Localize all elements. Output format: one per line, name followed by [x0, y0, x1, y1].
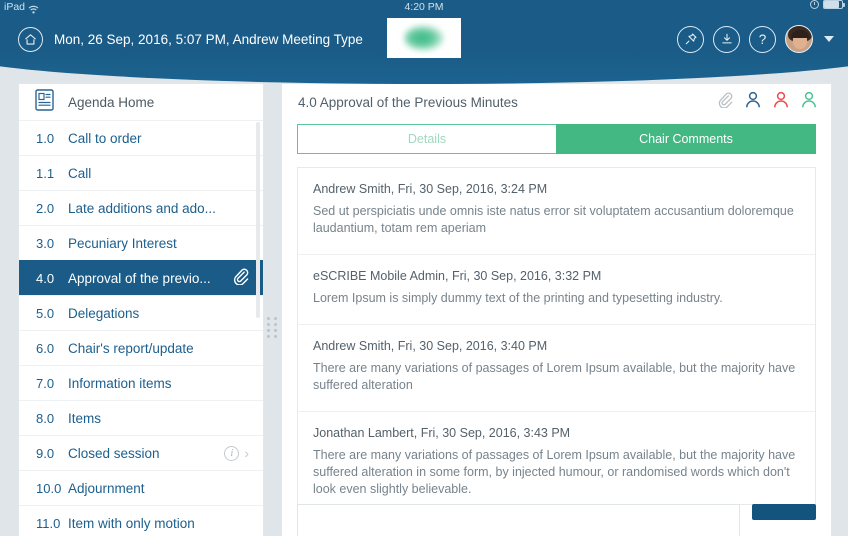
- sidebar-item-1-1[interactable]: 1.1 Call: [19, 155, 263, 190]
- comment-author-time: Andrew Smith, Fri, 30 Sep, 2016, 3:40 PM: [313, 339, 548, 353]
- sidebar-item-number: 1.0: [36, 130, 55, 146]
- sidebar-item-label: Late additions and ado...: [68, 200, 216, 216]
- comment-list: Andrew Smith, Fri, 30 Sep, 2016, 3:24 PM…: [297, 167, 816, 505]
- battery-icon: [823, 0, 845, 9]
- sidebar-item-label: Closed session: [68, 445, 160, 461]
- item-actions: [716, 91, 817, 113]
- sidebar-item-label: Call to order: [68, 130, 142, 146]
- item-detail-header: 4.0 Approval of the Previous Minutes: [282, 84, 831, 120]
- sidebar-item-label: Adjournment: [68, 480, 145, 496]
- comment-item: Jonathan Lambert, Fri, 30 Sep, 2016, 3:4…: [298, 412, 815, 504]
- sidebar-scroll[interactable]: Agenda Home 1.0 Call to order 1.1 Call 2.0 La…: [19, 84, 263, 536]
- sidebar-item-number: 5.0: [36, 305, 55, 321]
- submit-comment-button[interactable]: [752, 504, 816, 520]
- page-title: 4.0 Approval of the Previous Minutes: [298, 94, 518, 110]
- avatar[interactable]: [785, 25, 813, 53]
- comment-author-time: Andrew Smith, Fri, 30 Sep, 2016, 3:24 PM: [313, 182, 548, 196]
- download-button[interactable]: [713, 25, 740, 53]
- status-right: [810, 0, 845, 9]
- chevron-right-icon[interactable]: ›: [244, 446, 249, 460]
- sidebar-item-11-0[interactable]: 11.0 Item with only motion: [19, 505, 263, 536]
- sidebar-item-label: Approval of the previo...: [68, 270, 211, 286]
- sidebar-scrollbar[interactable]: [256, 122, 260, 318]
- home-button[interactable]: Mon, 26 Sep, 2016, 5:07 PM, Andrew Meeti…: [18, 27, 363, 52]
- sidebar-item-number: 9.0: [36, 445, 55, 461]
- sidebar-item-5-0[interactable]: 5.0 Delegations: [19, 295, 263, 330]
- sidebar-item-number: 11.0: [36, 515, 61, 531]
- pin-icon: [685, 33, 697, 45]
- sidebar-item-agenda-home[interactable]: Agenda Home: [19, 84, 263, 120]
- attachment-icon[interactable]: [716, 91, 733, 113]
- status-time: 4:20 PM: [404, 1, 444, 13]
- sidebar-item-label: Call: [68, 165, 92, 181]
- sidebar-item-label: Delegations: [68, 305, 140, 321]
- comment-item: Andrew Smith, Fri, 30 Sep, 2016, 3:40 PM…: [298, 325, 815, 412]
- rotation-lock-icon: [810, 0, 819, 9]
- home-icon: [18, 27, 43, 52]
- content-area: Agenda Home 1.0 Call to order 1.1 Call 2.0 La…: [0, 83, 848, 536]
- sidebar-item-number: 7.0: [36, 375, 55, 391]
- reply-input[interactable]: [297, 504, 740, 536]
- sidebar-item-number: 1.1: [36, 165, 55, 181]
- sidebar-item-number: 10.0: [36, 480, 62, 496]
- item-detail-panel: 4.0 Approval of the Previous Minutes Det…: [281, 83, 832, 536]
- person-red-icon[interactable]: [773, 91, 789, 113]
- comment-item: eSCRIBE Mobile Admin, Fri, 30 Sep, 2016,…: [298, 255, 815, 325]
- comment-author-time: eSCRIBE Mobile Admin, Fri, 30 Sep, 2016,…: [313, 269, 602, 283]
- sidebar-item-10-0[interactable]: 10.0 Adjournment: [19, 470, 263, 505]
- sidebar-item-6-0[interactable]: 6.0 Chair's report/update: [19, 330, 263, 365]
- escribe-meeting-app: iPad 4:20 PM Mon, 26 Sep, 2016, 5:07 PM,…: [0, 0, 848, 536]
- attachment-icon: [233, 268, 249, 286]
- chevron-down-icon[interactable]: [824, 36, 834, 42]
- header-actions: ?: [677, 25, 834, 53]
- tab-details[interactable]: Details: [297, 124, 556, 154]
- sidebar-item-4-0[interactable]: 4.0 Approval of the previo...: [19, 260, 263, 295]
- sidebar-item-number: 4.0: [36, 270, 55, 286]
- detail-tabs: Details Chair Comments: [297, 124, 816, 154]
- sidebar-resize-grip[interactable]: [266, 314, 278, 340]
- sidebar-item-label: Agenda Home: [68, 94, 155, 110]
- sidebar-item-label: Item with only motion: [68, 515, 195, 531]
- tab-chair-comments[interactable]: Chair Comments: [556, 124, 816, 154]
- comment-body: There are many variations of passages of…: [313, 361, 796, 392]
- person-blue-icon[interactable]: [745, 91, 761, 113]
- comment-body: Lorem Ipsum is simply dummy text of the …: [313, 291, 723, 305]
- meeting-title: Mon, 26 Sep, 2016, 5:07 PM, Andrew Meeti…: [54, 32, 363, 47]
- sidebar-item-label: Information items: [68, 375, 172, 391]
- sidebar-item-number: 2.0: [36, 200, 55, 216]
- sidebar-nav-list: 1.0 Call to order 1.1 Call 2.0 Late additions…: [19, 120, 263, 536]
- sidebar-item-2-0[interactable]: 2.0 Late additions and ado...: [19, 190, 263, 225]
- person-green-icon[interactable]: [801, 91, 817, 113]
- reply-row: [297, 504, 816, 536]
- sidebar-item-number: 3.0: [36, 235, 55, 251]
- escribe-logo: [387, 18, 461, 58]
- sidebar-item-number: 6.0: [36, 340, 55, 356]
- sidebar-item-3-0[interactable]: 3.0 Pecuniary Interest: [19, 225, 263, 260]
- attachment-icon[interactable]: [231, 267, 249, 290]
- sidebar-item-label: Pecuniary Interest: [68, 235, 177, 251]
- comment-item: Andrew Smith, Fri, 30 Sep, 2016, 3:24 PM…: [298, 168, 815, 255]
- sidebar-item-8-0[interactable]: 8.0 Items: [19, 400, 263, 435]
- sidebar-item-trailing: i ›: [224, 445, 249, 461]
- comment-author-time: Jonathan Lambert, Fri, 30 Sep, 2016, 3:4…: [313, 426, 571, 440]
- comment-body: There are many variations of passages of…: [313, 448, 796, 496]
- sidebar-item-7-0[interactable]: 7.0 Information items: [19, 365, 263, 400]
- agenda-document-icon: [35, 88, 54, 116]
- agenda-sidebar: Agenda Home 1.0 Call to order 1.1 Call 2.0 La…: [18, 83, 264, 536]
- sidebar-item-9-0[interactable]: 9.0 Closed session i ›: [19, 435, 263, 470]
- sidebar-item-number: 8.0: [36, 410, 55, 426]
- sidebar-item-label: Items: [68, 410, 102, 426]
- ios-status-bar: iPad 4:20 PM: [0, 0, 848, 15]
- comment-body: Sed ut perspiciatis unde omnis iste natu…: [313, 204, 794, 235]
- info-icon[interactable]: i: [224, 445, 240, 461]
- download-icon: [721, 33, 732, 44]
- sidebar-item-1-0[interactable]: 1.0 Call to order: [19, 120, 263, 155]
- pin-button[interactable]: [677, 25, 704, 53]
- sidebar-item-label: Chair's report/update: [68, 340, 194, 356]
- help-button[interactable]: ?: [749, 25, 776, 53]
